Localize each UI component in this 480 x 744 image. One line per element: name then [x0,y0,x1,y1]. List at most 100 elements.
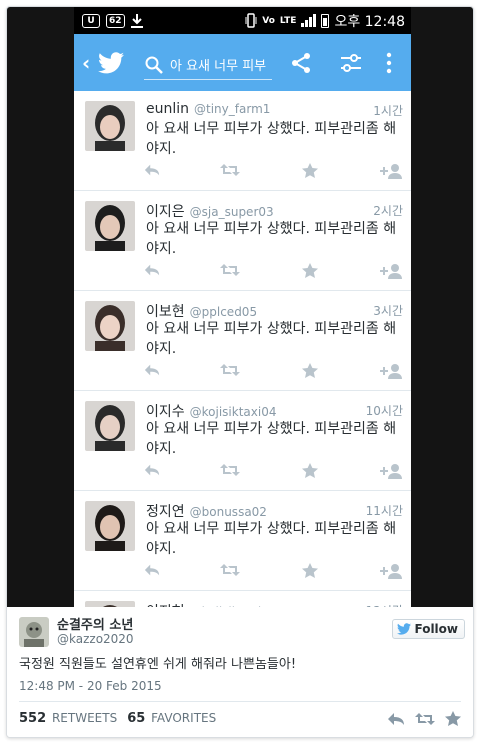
signal-icon [301,14,317,27]
retweet-icon[interactable] [220,363,240,377]
favorite-stat[interactable]: 65 FAVORITES [127,711,216,726]
search-input[interactable]: 아 요새 너무 피부 [144,50,272,80]
follow-user-icon[interactable] [380,163,402,179]
tweet-actions [144,363,406,381]
tweet-actions [144,263,406,281]
network-type: LTE [279,15,297,26]
reply-icon[interactable] [144,363,160,377]
tweet-text: 아 요새 너무 피부가 상했다. 피부관리좀 해야지. [146,321,397,357]
tweet-text: 아 요새 너무 피부가 상했다. 피부관리좀 해야지. [146,521,397,557]
retweet-icon[interactable] [220,563,240,577]
tweet-row[interactable]: 이지은 @sja_super03 2시간 아 요새 너무 피부가 상했다. 피부… [74,191,411,291]
tweet-row[interactable]: 이보현 @pplced05 3시간 아 요새 너무 피부가 상했다. 피부관리좀… [74,291,411,391]
tweet-text: 국정원 직원들도 설연휴엔 쉬게 해줘라 나쁜놈들아! [19,657,297,672]
favorite-icon[interactable] [302,563,318,578]
tweet-date[interactable]: 12:48 PM - 20 Feb 2015 [19,679,162,693]
search-icon [145,56,163,74]
notification-count-badge: 62 [106,13,125,28]
tweet-text: 아 요새 너무 피부가 상했다. 피부관리좀 해야지. [146,221,397,257]
tweet-row[interactable]: 이지혀 @kojisiktaxi03 12시간 [74,591,411,607]
avatar[interactable] [85,401,135,451]
share-icon[interactable] [290,52,312,74]
favorite-count: 65 [127,711,146,726]
favorite-icon[interactable] [302,463,318,478]
tweet-author-name[interactable]: eunlin [146,101,189,117]
favorite-icon[interactable] [445,711,461,726]
download-icon [130,13,143,28]
favorite-icon[interactable] [302,363,318,378]
tweet-time[interactable]: 2시간 [373,202,403,219]
retweet-icon[interactable] [220,263,240,277]
reply-icon[interactable] [144,563,160,577]
phone-screenshot: U 62 Vo LTE 오후 12:48 ‹ 아 요새 너무 피부 eunlin… [7,7,473,607]
follow-user-icon[interactable] [380,263,402,279]
avatar[interactable] [85,201,135,251]
divider [19,701,461,702]
favorite-icon[interactable] [302,163,318,178]
follow-label: Follow [414,622,458,636]
tweet-stats: 552 RETWEETS 65 FAVORITES [19,711,216,726]
author-name[interactable]: 순결주의 소년 [57,614,133,633]
volte-label: Vo [262,15,275,26]
avatar[interactable] [19,617,49,647]
follow-user-icon[interactable] [380,363,402,379]
avatar[interactable] [85,501,135,551]
tweet-author-handle[interactable]: @pplced05 [190,305,257,319]
tweet-author-handle[interactable]: @kojisiktaxi04 [190,405,277,419]
retweet-icon[interactable] [220,163,240,177]
back-chevron-icon[interactable]: ‹ [82,51,90,75]
tweet-card: 순결주의 소년 @kazzo2020 Follow 국정원 직원들도 설연휴엔 … [7,607,473,737]
twitter-bird-icon [397,623,412,635]
reply-icon[interactable] [387,712,405,726]
tweet-actions [144,163,406,181]
tweet-author-handle[interactable]: @tiny_farm1 [194,102,270,116]
retweet-label: RETWEETS [51,711,118,725]
avatar[interactable] [85,301,135,351]
author-handle[interactable]: @kazzo2020 [57,632,134,646]
favorite-icon[interactable] [302,263,318,278]
tweet-feed: eunlin @tiny_farm1 1시간 아 요새 너무 피부가 상했다. … [74,91,411,607]
battery-icon [321,13,330,28]
follow-user-icon[interactable] [380,563,402,579]
retweet-count: 552 [19,711,47,726]
vibrate-icon [245,13,257,28]
tweet-time[interactable]: 10시간 [366,402,403,419]
reply-icon[interactable] [144,263,160,277]
tweet-author-handle[interactable]: @sja_super03 [190,205,274,219]
carrier-icon: U [82,13,100,28]
phone-screen: U 62 Vo LTE 오후 12:48 ‹ 아 요새 너무 피부 eunlin… [74,7,411,607]
twitter-bird-icon[interactable] [98,51,125,74]
search-query: 아 요새 너무 피부 [170,59,267,74]
tweet-actions [144,463,406,481]
status-bar: U 62 Vo LTE 오후 12:48 [74,7,411,34]
retweet-icon[interactable] [220,463,240,477]
more-icon[interactable] [384,52,394,74]
tweet-author-name[interactable]: 이보현 [146,301,185,321]
retweet-icon[interactable] [415,712,435,726]
tweet-author-name[interactable]: 이지수 [146,401,185,421]
tweet-text: 아 요새 너무 피부가 상했다. 피부관리좀 해야지. [146,121,397,157]
tweet-time[interactable]: 11시간 [366,502,403,519]
avatar[interactable] [85,101,135,151]
clock: 오후 12:48 [334,13,405,30]
twitter-search-bar: ‹ 아 요새 너무 피부 [74,34,411,91]
tweet-author-handle[interactable]: @bonussa02 [190,505,267,519]
tweet-row[interactable]: 정지연 @bonussa02 11시간 아 요새 너무 피부가 상했다. 피부관… [74,491,411,591]
tweet-author-name[interactable]: 정지연 [146,501,185,521]
reply-icon[interactable] [144,463,160,477]
reply-icon[interactable] [144,163,160,177]
embedded-tweet: U 62 Vo LTE 오후 12:48 ‹ 아 요새 너무 피부 eunlin… [6,6,474,738]
tweet-actions [144,563,406,581]
filter-icon[interactable] [340,52,362,74]
tweet-row[interactable]: eunlin @tiny_farm1 1시간 아 요새 너무 피부가 상했다. … [74,91,411,191]
favorite-label: FAVORITES [151,711,217,725]
tweet-time[interactable]: 3시간 [373,302,403,319]
follow-button[interactable]: Follow [392,619,465,639]
tweet-row[interactable]: 이지수 @kojisiktaxi04 10시간 아 요새 너무 피부가 상했다.… [74,391,411,491]
retweet-stat[interactable]: 552 RETWEETS [19,711,117,726]
follow-user-icon[interactable] [380,463,402,479]
tweet-author-name[interactable]: 이지은 [146,201,185,221]
tweet-text: 아 요새 너무 피부가 상했다. 피부관리좀 해야지. [146,421,397,457]
tweet-time[interactable]: 1시간 [373,102,403,119]
card-actions [387,711,461,726]
